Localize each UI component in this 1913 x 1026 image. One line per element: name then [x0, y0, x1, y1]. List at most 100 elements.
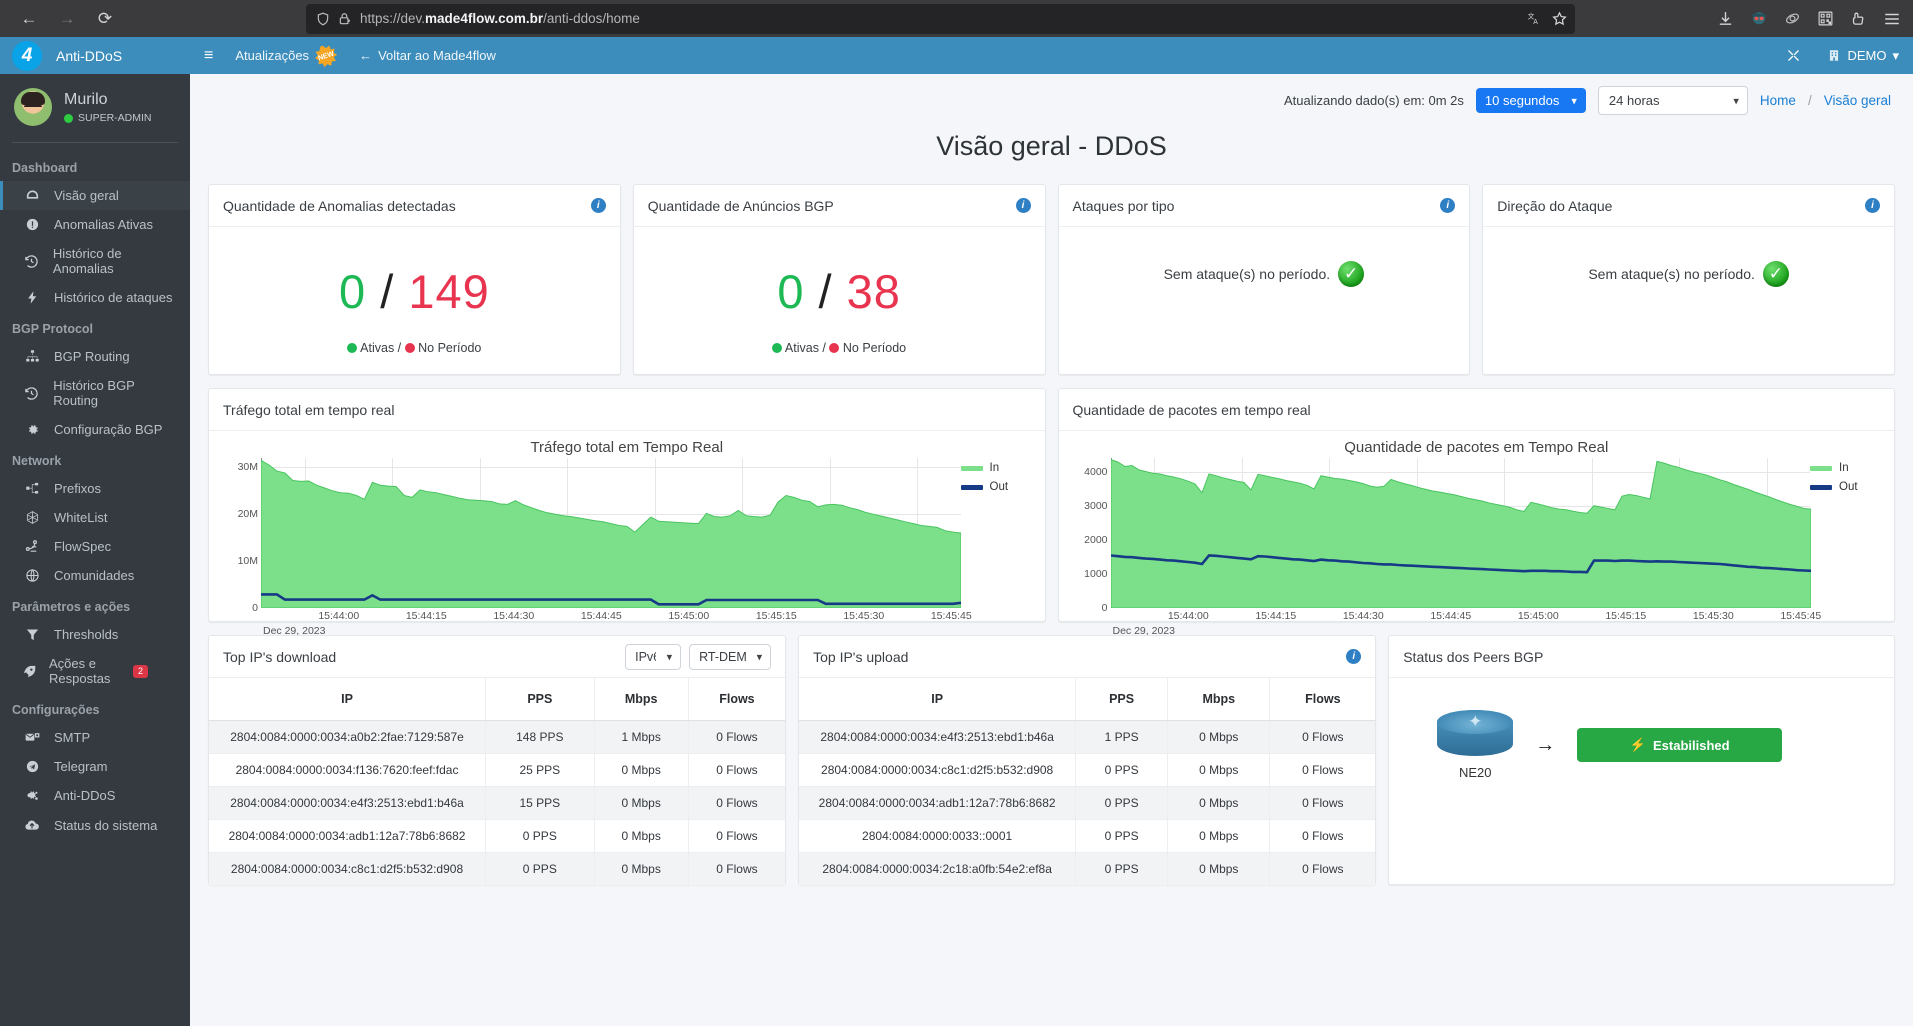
table-row[interactable]: 2804:0084:0000:0033::0001 0 PPS 0 Mbps 0 Fl…	[799, 819, 1376, 853]
pocket-icon[interactable]	[1850, 10, 1867, 27]
card-bgp-announcements: Quantidade de Anúncios BGP i 0 / 38 Ativ…	[632, 184, 1046, 375]
table-row[interactable]: 2804:0084:0000:0034:c8c1:d2f5:b532:d908 0…	[209, 852, 786, 886]
sidebar-item-prefixos[interactable]: Prefixos	[0, 474, 190, 503]
star-icon[interactable]	[1552, 11, 1567, 26]
fullscreen-button[interactable]	[1786, 48, 1801, 63]
legend-dot-active-icon	[347, 343, 358, 353]
charts-row: Tráfego total em tempo real Tráfego tota…	[208, 388, 1895, 637]
sidebar-item-comunidades[interactable]: Comunidades	[0, 561, 190, 590]
table-cell: 0 Mbps	[594, 852, 689, 886]
back-to-made4flow-link[interactable]: ← Voltar ao Made4flow	[359, 48, 496, 63]
sidebar-item-bgp-routing[interactable]: BGP Routing	[0, 342, 190, 371]
cloud-upload-icon	[22, 817, 42, 833]
extension-icon[interactable]	[1784, 10, 1801, 27]
telegram-icon	[22, 759, 42, 774]
sidebar-item-label: Ações e Respostas	[49, 656, 111, 686]
browser-reload-button[interactable]: ⟳	[88, 4, 122, 34]
history-icon	[22, 386, 41, 401]
browser-back-button[interactable]: ←	[12, 4, 46, 34]
account-icon[interactable]	[1750, 10, 1768, 28]
table-row[interactable]: 2804:0084:0000:0034:e4f3:2513:ebd1:b46a 1…	[209, 786, 786, 820]
legend-item[interactable]: Out	[1810, 481, 1884, 493]
sidebar-item-thresholds[interactable]: Thresholds	[0, 620, 190, 649]
sidebar-item-hist-rico-de-ataques[interactable]: Histórico de ataques	[0, 283, 190, 312]
sidebar-item-a-es-e-respostas[interactable]: Ações e Respostas 2	[0, 649, 190, 693]
router-node[interactable]: ✦ NE20	[1437, 710, 1514, 780]
bolt-icon	[22, 290, 42, 305]
browser-forward-button[interactable]: →	[50, 4, 84, 34]
card-title: Tráfego total em tempo real	[223, 401, 395, 418]
chart-y-axis-labels: 0 10M 20M 30M	[223, 458, 261, 614]
card-header: Quantidade de Anomalias detectadas i	[209, 185, 620, 227]
table-row[interactable]: 2804:0084:0000:0034:adb1:12a7:78b6:8682 0…	[209, 819, 786, 853]
legend-item[interactable]: In	[960, 462, 1035, 474]
table-cell: 0 PPS	[485, 819, 595, 853]
device-select[interactable]: RT-DEMO	[689, 643, 772, 670]
table-row[interactable]: 2804:0084:0000:0034:f136:7620:feef:fdac 2…	[209, 753, 786, 787]
card-header: Quantidade de pacotes em tempo real	[1058, 389, 1894, 431]
sidebar-item-telegram[interactable]: Telegram	[0, 752, 190, 781]
info-icon[interactable]: i	[1865, 198, 1880, 213]
address-bar[interactable]: https://dev.made4flow.com.br/anti-ddos/h…	[306, 3, 1575, 34]
refresh-interval-select[interactable]: 10 segundos	[1475, 88, 1586, 113]
ip-version-select[interactable]: IPv6	[625, 643, 682, 670]
table-row[interactable]: 2804:0084:0000:0034:e4f3:2513:ebd1:b46a 1…	[799, 720, 1376, 754]
peer-status-badge[interactable]: ⚡ Estabilished	[1577, 728, 1783, 762]
sidebar-item-label: Histórico de Anomalias	[52, 246, 122, 276]
no-attack-message: Sem ataque(s) no período. ✓	[1073, 237, 1456, 287]
legend-item[interactable]: Out	[960, 481, 1035, 493]
sidebar-item-whitelist[interactable]: WhiteList	[0, 503, 190, 532]
sidebar-item-vis-o-geral[interactable]: Visão geral	[0, 181, 190, 210]
info-icon[interactable]: i	[1440, 198, 1456, 213]
sidebar-item-anomalias-ativas[interactable]: Anomalias Ativas	[0, 210, 190, 239]
table-row[interactable]: 2804:0084:0000:0034:adb1:12a7:78b6:8682 0…	[799, 786, 1376, 820]
x-tick-label: 15:45:30	[843, 610, 885, 622]
legend-dot-period-icon	[404, 343, 415, 353]
legend-swatch-icon	[1810, 465, 1832, 471]
legend-swatch-icon	[960, 465, 983, 471]
card-header: Status dos Peers BGP	[1389, 636, 1894, 678]
table-row[interactable]: 2804:0084:0000:0034:a0b2:2fae:7129:587e 1…	[209, 720, 786, 754]
translate-icon[interactable]: 文A	[1527, 11, 1542, 27]
sidebar-item-status-do-sistema[interactable]: Status do sistema	[0, 810, 190, 840]
sidebar-item-hist-rico-de-anomalias[interactable]: Histórico de Anomalias	[0, 239, 190, 283]
x-tick-label: 15:45:00	[668, 610, 710, 622]
qr-icon[interactable]	[1817, 10, 1834, 27]
chart-title: Quantidade de pacotes em Tempo Real	[1344, 439, 1609, 456]
brand[interactable]: 4 Anti-DDoS	[0, 37, 190, 74]
legend-item[interactable]: In	[1810, 462, 1884, 474]
breadcrumb-home[interactable]: Home	[1760, 93, 1796, 108]
downloads-icon[interactable]	[1717, 10, 1734, 27]
x-tick-label: 15:44:15	[405, 610, 447, 622]
user-panel[interactable]: Murilo SUPER-ADMIN	[0, 74, 190, 138]
sidebar-item-flowspec[interactable]: FlowSpec	[0, 532, 190, 561]
y-tick-label: 1000	[1084, 567, 1108, 580]
sidebar-group-title: Configurações	[12, 703, 100, 717]
table-cell: 0 Mbps	[1167, 819, 1271, 853]
chart-plot-area	[261, 458, 961, 608]
sidebar-toggle-button[interactable]: ≡	[204, 47, 213, 65]
time-range-select[interactable]: 24 horas	[1597, 86, 1748, 115]
breadcrumb-current[interactable]: Visão geral	[1824, 93, 1891, 108]
table-header-row: IP PPS Mbps Flows	[209, 678, 786, 721]
info-icon[interactable]: i	[1346, 649, 1362, 664]
updates-link[interactable]: Atualizações NEW	[235, 45, 337, 67]
legend-label: Out	[989, 481, 1009, 493]
table-row[interactable]: 2804:0084:0000:0034:2c18:a0fb:54e2:ef8a 0…	[799, 852, 1376, 886]
table-top-download: IP PPS Mbps Flows 2804:0084:0000:0034:a0b2:…	[209, 678, 786, 886]
sidebar-item-smtp[interactable]: SMTP	[0, 723, 190, 752]
user-role: SUPER-ADMIN	[64, 112, 152, 124]
table-cell: 2804:0084:0000:0034:c8c1:d2f5:b532:d908	[799, 753, 1077, 787]
company-selector[interactable]: DEMO ▾	[1827, 48, 1899, 64]
building-icon	[1830, 50, 1839, 61]
sidebar-item-configura-o-bgp[interactable]: Configuração BGP	[0, 415, 190, 444]
svg-text:A: A	[1533, 19, 1538, 26]
table-row[interactable]: 2804:0084:0000:0034:c8c1:d2f5:b532:d908 0…	[799, 753, 1376, 787]
sidebar-item-anti-ddos[interactable]: Anti-DDoS	[0, 781, 190, 810]
menu-icon[interactable]	[1883, 10, 1901, 28]
info-icon[interactable]: i	[590, 198, 606, 213]
table-cell: 0 Mbps	[594, 753, 689, 787]
x-tick-label: 15:44:00	[1167, 610, 1209, 622]
info-icon[interactable]: i	[1015, 198, 1031, 213]
sidebar-item-hist-rico-bgp-routing[interactable]: Histórico BGP Routing	[0, 371, 190, 415]
